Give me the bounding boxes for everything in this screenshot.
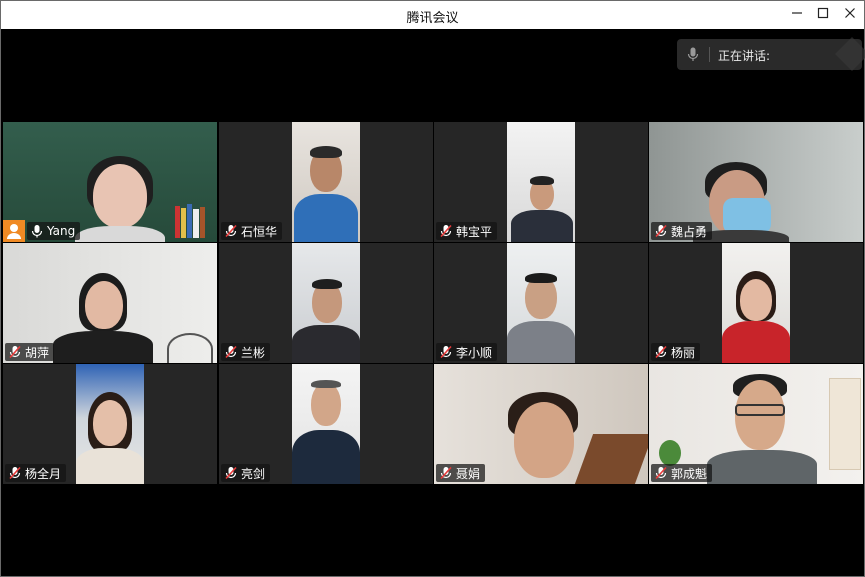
participant-label: 杨丽	[651, 343, 701, 361]
microphone-muted-icon	[655, 345, 667, 359]
participant-name: 李小顺	[456, 345, 493, 360]
video-tile-li-xiaoshun[interactable]: 李小顺	[434, 243, 648, 363]
speaking-divider	[709, 47, 710, 62]
participant-name: 郭成魁	[671, 466, 708, 481]
video-tile-han-baoping[interactable]: 韩宝平	[434, 122, 648, 242]
participant-label: Yang	[27, 222, 81, 240]
participant-label: 石恒华	[221, 222, 283, 240]
microphone-muted-icon	[440, 224, 452, 238]
microphone-muted-icon	[440, 345, 452, 359]
video-feed	[722, 243, 790, 363]
participant-label: 郭成魁	[651, 464, 713, 482]
participant-label: 李小顺	[436, 343, 498, 361]
video-tile-guo-chengkui[interactable]: 郭成魁	[649, 364, 863, 484]
speaking-decoration	[835, 37, 865, 71]
participant-name: 石恒华	[241, 224, 278, 239]
maximize-icon	[817, 7, 829, 19]
video-tile-liang-jian[interactable]: 亮剑	[219, 364, 433, 484]
participant-name: 胡萍	[25, 345, 50, 360]
plant	[659, 440, 681, 466]
host-user-icon	[7, 224, 21, 239]
participant-label: 杨全月	[5, 464, 67, 482]
speaking-label: 正在讲话:	[718, 49, 771, 63]
microphone-muted-icon	[225, 224, 237, 238]
title-bar: 腾讯会议	[1, 1, 864, 29]
participant-name: 韩宝平	[456, 224, 493, 239]
minimize-icon	[792, 12, 802, 14]
microphone-muted-icon	[9, 345, 21, 359]
video-feed	[76, 364, 144, 484]
close-icon	[845, 8, 855, 18]
meeting-window: 腾讯会议 正在讲话: Yang 石恒华 韩宝平 魏占勇 胡萍 兰彬 李小顺 杨丽…	[0, 0, 865, 577]
participant-label: 韩宝平	[436, 222, 498, 240]
participant-label: 胡萍	[5, 343, 55, 361]
participant-name: 兰彬	[241, 345, 266, 360]
window-title: 腾讯会议	[406, 11, 459, 26]
host-badge	[3, 220, 25, 242]
shelf	[829, 378, 861, 470]
microphone-muted-icon	[225, 466, 237, 480]
participant-label: 聂娟	[436, 464, 486, 482]
speaking-indicator: 正在讲话:	[677, 37, 865, 71]
participant-name: 魏占勇	[671, 224, 708, 239]
video-tile-hu-ping[interactable]: 胡萍	[3, 243, 217, 363]
video-tile-shi-henghua[interactable]: 石恒华	[219, 122, 433, 242]
video-tile-yang[interactable]: Yang	[3, 122, 217, 242]
participant-name: 杨丽	[671, 345, 696, 360]
microphone-muted-icon	[9, 466, 21, 480]
video-feed	[292, 243, 360, 363]
maximize-button[interactable]	[813, 5, 833, 25]
video-tile-wei-zhanyong[interactable]: 魏占勇	[649, 122, 863, 242]
microphone-icon	[31, 225, 43, 238]
glasses	[735, 404, 785, 416]
face-mask	[723, 198, 771, 234]
video-tile-yang-quanyue[interactable]: 杨全月	[3, 364, 217, 484]
video-feed	[292, 122, 360, 242]
bookshelf	[173, 204, 209, 240]
video-feed	[507, 122, 575, 242]
close-button[interactable]	[840, 5, 860, 25]
video-tile-yang-li[interactable]: 杨丽	[649, 243, 863, 363]
participant-label: 兰彬	[221, 343, 271, 361]
microphone-muted-icon	[225, 345, 237, 359]
video-feed	[292, 364, 360, 484]
microphone-muted-icon	[440, 466, 452, 480]
participant-label: 亮剑	[221, 464, 271, 482]
furniture	[574, 434, 648, 484]
participant-name: 聂娟	[456, 466, 481, 481]
video-feed	[507, 243, 575, 363]
participant-label: 魏占勇	[651, 222, 713, 240]
video-tile-nie-juan[interactable]: 聂娟	[434, 364, 648, 484]
participant-name: Yang	[47, 224, 76, 238]
microphone-muted-icon	[655, 466, 667, 480]
fan	[167, 333, 213, 363]
microphone-icon	[687, 47, 699, 61]
participant-name: 亮剑	[241, 466, 266, 481]
minimize-button[interactable]	[787, 5, 807, 25]
microphone-muted-icon	[655, 224, 667, 238]
video-tile-lan-bin[interactable]: 兰彬	[219, 243, 433, 363]
participant-name: 杨全月	[25, 466, 62, 481]
